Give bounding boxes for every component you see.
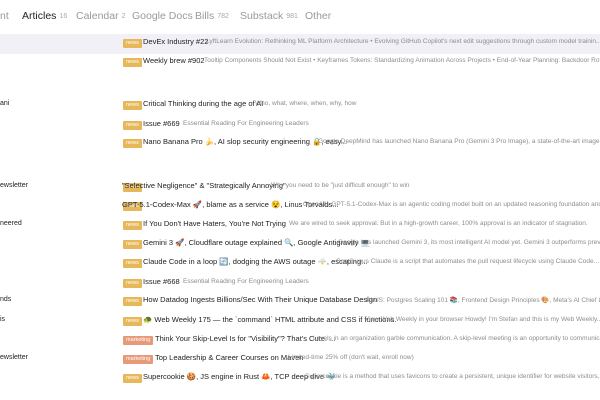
email-preview: Tooltip Components Should Not Exist • Ke… [204,57,600,64]
email-list: news DevEx Industry #22 LyftLearn Evolut… [0,0,600,400]
category-badge: marketing [123,355,154,364]
sender-name: is [0,316,6,323]
email-row[interactable]: news Claude Code in a loop 🔄, dodging th… [0,254,600,274]
email-preview: Why you need to be "just difficult enoug… [271,182,410,189]
email-preview: Essential Reading For Engineering Leader… [183,120,309,127]
email-preview: Continuous Claude is a script that autom… [336,258,600,265]
email-subject: Critical Thinking during the age of AI [143,99,264,108]
category-badge: marketing [123,336,154,345]
email-row[interactable]: ewsletter news "Selective Negligence" & … [0,178,600,198]
email-preview: Google has launched Gemini 3, its most i… [338,239,600,246]
email-subject: DevEx Industry #22 [143,37,209,46]
sender-name: nds [0,296,12,303]
email-row[interactable]: news Nano Banana Pro 🍌, AI slop security… [0,134,600,154]
sender-name: ewsletter [0,182,29,189]
email-row[interactable]: neered news If You Don't Have Haters, Yo… [0,216,600,236]
email-preview: LyftLearn Evolution: Rethinking ML Platf… [206,38,600,45]
email-subject: Issue #669 [143,119,180,128]
email-row[interactable]: news Gemini 3 🚀, Cloudflare outage expla… [0,235,600,255]
sender-name: ani [0,100,10,107]
category-badge: news [123,101,142,110]
email-subject: 🐢 Web Weekly 175 — the `command` HTML at… [143,315,397,324]
email-subject: Think Your Skip-Level Is for "Visibility… [155,334,336,343]
email-row[interactable]: news Weekly brew #902 Tooltip Components… [0,53,600,73]
category-badge: news [123,139,142,148]
email-preview: PLUS: Postgres Scaling 101 📚, Frontend D… [366,297,600,304]
email-subject: Claude Code in a loop 🔄, dodging the AWS… [143,257,368,266]
email-preview: Who, what, where, when, why, how [255,100,357,107]
email-row[interactable]: news DevEx Industry #22 LyftLearn Evolut… [0,34,600,54]
category-badge: news [123,240,142,249]
category-badge: news [123,374,142,383]
email-row[interactable]: marketing Think Your Skip-Level Is for "… [0,331,600,351]
category-badge: news [123,297,142,306]
email-preview: Levels in an organization garble communi… [313,335,600,342]
email-subject: Top Leadership & Career Courses on Maven [155,353,304,362]
email-subject: Issue #668 [143,277,180,286]
email-row[interactable]: ewsletter marketing Top Leadership & Car… [0,350,600,370]
category-badge: news [123,259,142,268]
email-row[interactable]: is news 🐢 Web Weekly 175 — the `command`… [0,312,600,332]
email-row[interactable]: news Supercookie 🍪, JS engine in Rust 🦀,… [0,369,600,389]
category-badge: news [123,221,142,230]
category-badge: news [123,279,142,288]
email-subject: How Datadog Ingests Billions/Sec With Th… [143,295,378,304]
category-badge: news [123,317,142,326]
email-preview: View Web Weekly in your browser Howdy! I… [365,316,600,323]
category-badge: news [123,121,142,130]
email-row[interactable]: news Issue #668 Essential Reading For En… [0,274,600,294]
email-row[interactable]: ani news Critical Thinking during the ag… [0,96,600,116]
email-row[interactable]: nds news How Datadog Ingests Billions/Se… [0,292,600,312]
email-subject: Nano Banana Pro 🍌, AI slop security engi… [143,137,348,146]
email-subject: Weekly brew #902 [143,56,205,65]
email-preview: We are wired to seek approval. But in a … [289,220,588,227]
email-row[interactable]: news Issue #669 Essential Reading For En… [0,116,600,136]
email-subject: "Selective Negligence" & "Strategically … [122,181,286,190]
email-subject: Gemini 3 🚀, Cloudflare outage explained … [143,238,370,247]
sender-name: ewsletter [0,354,29,361]
email-preview: OpenAI's GPT-5.1-Codex-Max is an agentic… [303,201,600,208]
email-preview: Essential Reading For Engineering Leader… [183,278,309,285]
email-preview: Limited-time 25% off (don't wait, enroll… [288,354,414,361]
sender-name: neered [0,220,22,227]
email-row[interactable]: news GPT-5.1-Codex-Max 🚀, blame as a ser… [0,197,600,217]
email-preview: Supercookie is a method that uses favico… [305,373,600,380]
email-subject: If You Don't Have Haters, You're Not Try… [143,219,286,228]
email-preview: Google DeepMind has launched Nano Banana… [318,138,600,145]
category-badge: news [123,58,142,67]
category-badge: news [123,39,142,48]
